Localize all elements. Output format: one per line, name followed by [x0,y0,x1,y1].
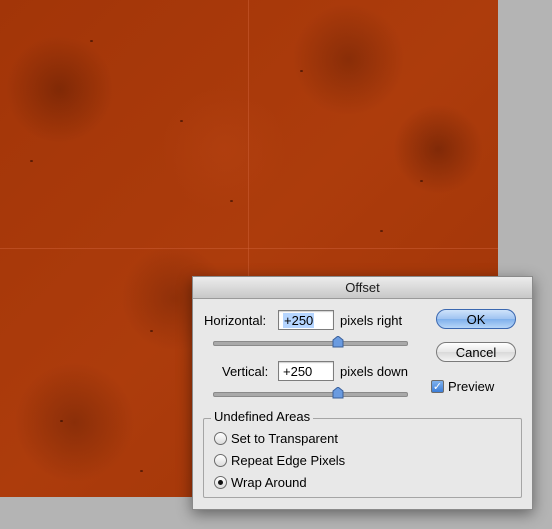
radio-repeat-edge-pixels[interactable] [214,454,227,467]
horizontal-value: +250 [283,313,315,328]
cancel-button[interactable]: Cancel [436,342,516,362]
radio-set-to-transparent[interactable] [214,432,227,445]
vertical-input[interactable]: +250 [278,361,334,381]
texture-speck [150,330,153,332]
horizontal-unit-label: pixels right [340,313,403,328]
tile-seam-horizontal [0,248,498,249]
texture-speck [420,180,423,182]
texture-speck [230,200,233,202]
texture-speck [300,70,303,72]
preview-checkbox[interactable]: ✓ [431,380,444,393]
horizontal-label: Horizontal: [204,313,267,328]
texture-speck [90,40,93,42]
texture-speck [380,230,383,232]
vertical-slider-thumb[interactable] [332,387,344,399]
wrap-around-label: Wrap Around [231,475,307,490]
texture-speck [140,470,143,472]
undefined-areas-title: Undefined Areas [211,409,314,424]
offset-dialog: Offset Horizontal: +250 pixels right Ver… [192,276,533,510]
ok-button[interactable]: OK [436,309,516,329]
dialog-title: Offset [193,277,532,299]
set-to-transparent-label: Set to Transparent [231,431,338,446]
horizontal-input[interactable]: +250 [278,310,334,330]
horizontal-slider-track[interactable] [213,341,408,346]
texture-speck [60,420,63,422]
texture-speck [30,160,33,162]
vertical-slider-track[interactable] [213,392,408,397]
preview-label: Preview [448,379,495,394]
horizontal-slider-thumb[interactable] [332,336,344,348]
vertical-value: +250 [283,364,313,379]
vertical-label: Vertical: [222,364,269,379]
radio-wrap-around[interactable] [214,476,227,489]
texture-speck [180,120,183,122]
vertical-unit-label: pixels down [340,364,408,379]
repeat-edge-pixels-label: Repeat Edge Pixels [231,453,346,468]
